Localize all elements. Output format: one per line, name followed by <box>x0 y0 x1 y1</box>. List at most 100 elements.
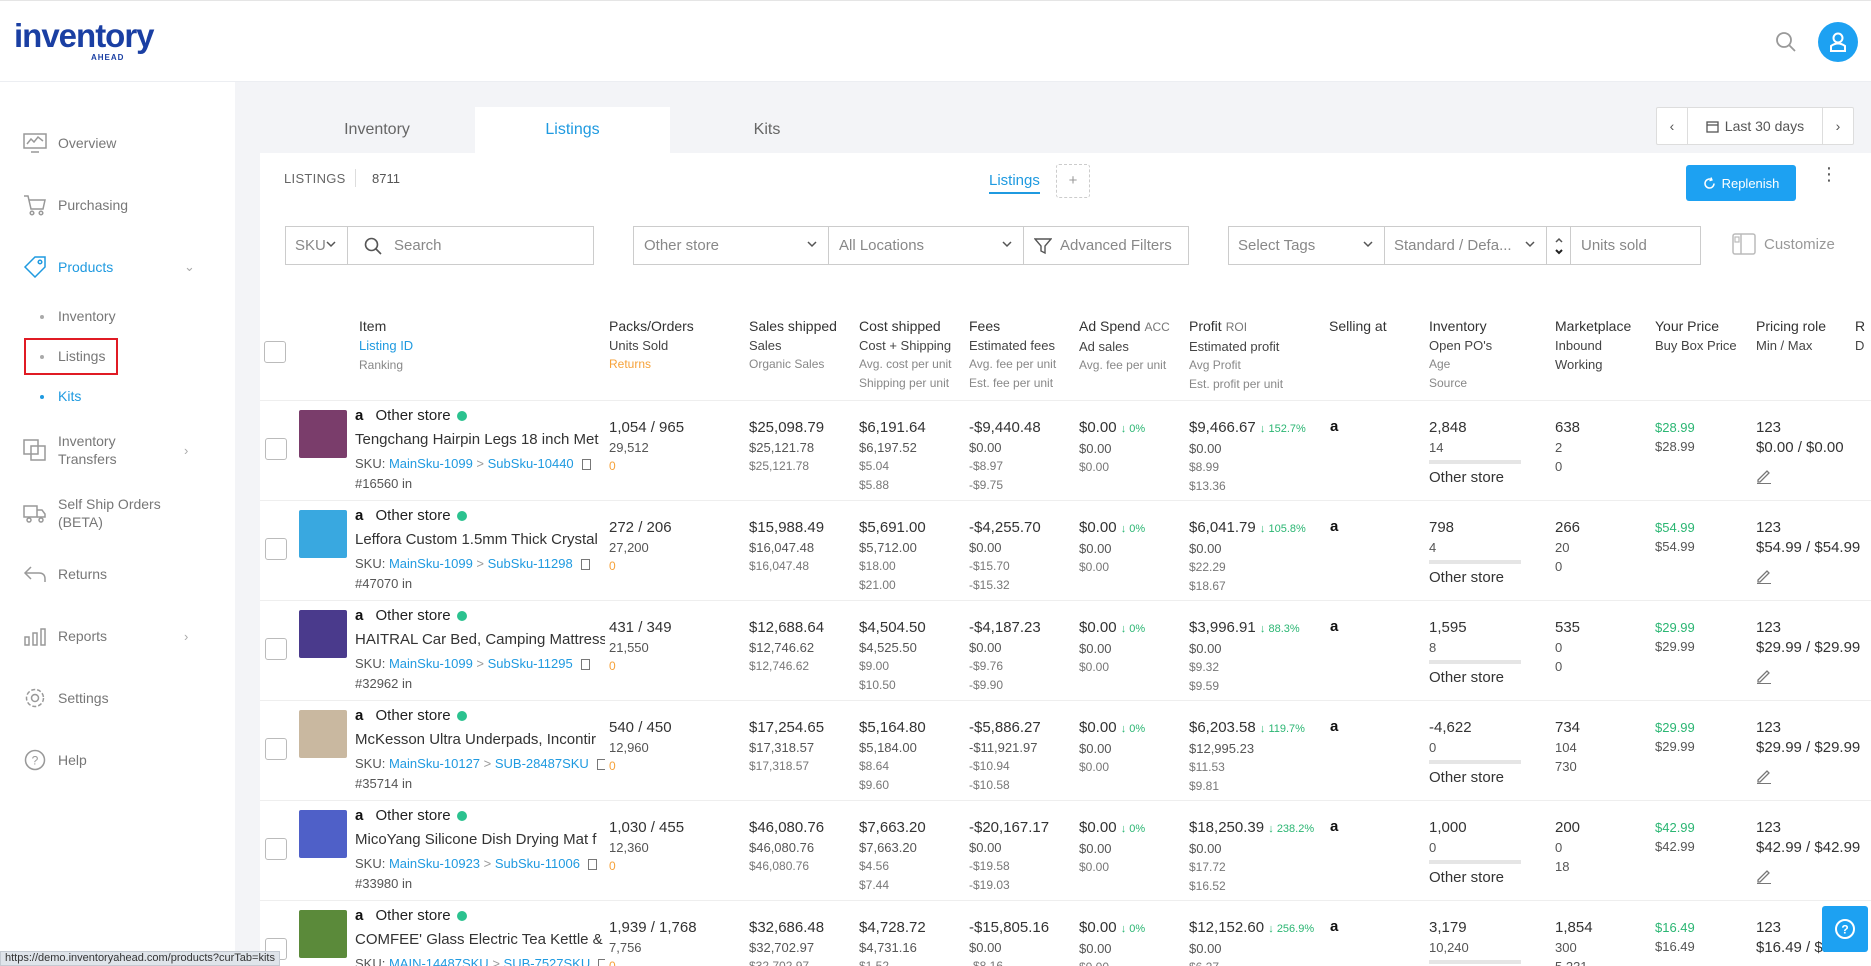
brand-logo[interactable]: inventory <box>14 19 155 52</box>
tab-listings[interactable]: Listings <box>475 107 670 153</box>
locations-select[interactable]: All Locations <box>828 226 1024 265</box>
col-header-fees[interactable]: Fees Estimated fees Avg. fee per unit Est. … <box>969 316 1056 393</box>
add-view-button[interactable]: + <box>1056 164 1090 198</box>
sidebar-item-inventory-transfers[interactable]: Inventory Transfers › <box>0 430 235 470</box>
copy-icon[interactable] <box>580 659 590 671</box>
sidebar-item-products[interactable]: Products ⌄ <box>0 247 235 287</box>
product-name[interactable]: MicoYang Silicone Dish Drying Mat f <box>355 826 605 854</box>
your-price[interactable]: $16.49 <box>1655 918 1750 937</box>
tab-inventory[interactable]: Inventory <box>282 107 472 153</box>
amazon-icon[interactable]: a <box>1330 518 1338 535</box>
product-thumbnail[interactable] <box>299 410 347 458</box>
col-header-inventory[interactable]: Inventory Open PO's Age Source <box>1429 316 1492 393</box>
product-thumbnail[interactable] <box>299 810 347 858</box>
amazon-icon[interactable]: a <box>1330 718 1338 735</box>
standard-select[interactable]: Standard / Defa... <box>1384 226 1547 265</box>
store-select[interactable]: Other store <box>633 226 829 265</box>
row-checkbox[interactable] <box>265 738 287 760</box>
sidebar-item-settings[interactable]: Settings <box>0 678 235 718</box>
user-avatar[interactable] <box>1818 22 1858 62</box>
product-name[interactable]: Leffora Custom 1.5mm Thick Crystal <box>355 526 605 554</box>
your-price[interactable]: $29.99 <box>1655 718 1750 737</box>
product-name[interactable]: McKesson Ultra Underpads, Incontir <box>355 726 605 754</box>
select-all-checkbox[interactable] <box>264 341 286 363</box>
sub-sku-link[interactable]: SUB-7527SKU <box>504 956 591 966</box>
col-header-marketplace[interactable]: Marketplace Inbound Working <box>1555 316 1631 374</box>
sub-sku-link[interactable]: SubSku-10440 <box>488 456 574 471</box>
copy-icon[interactable] <box>598 959 605 966</box>
copy-icon[interactable] <box>596 759 605 771</box>
col-header-sales[interactable]: Sales shipped Sales Organic Sales <box>749 316 837 374</box>
sidebar-item-purchasing[interactable]: Purchasing <box>0 185 235 225</box>
sidebar-subitem-kits[interactable]: Kits <box>40 388 81 404</box>
row-checkbox[interactable] <box>265 638 287 660</box>
main-sku-link[interactable]: MainSku-10923 <box>389 856 480 871</box>
col-header-pricing-role[interactable]: Pricing role Min / Max <box>1756 316 1826 355</box>
col-subtitle[interactable]: Listing ID <box>359 336 413 356</box>
sku-select[interactable]: SKU <box>285 226 348 265</box>
more-options-icon[interactable]: ⋮ <box>1820 165 1838 183</box>
search-field[interactable]: Search <box>347 226 594 265</box>
product-name[interactable]: HAITRAL Car Bed, Camping Mattress <box>355 626 605 654</box>
sidebar-item-reports[interactable]: Reports › <box>0 616 235 656</box>
sub-sku-link[interactable]: SUB-28487SKU <box>495 756 589 771</box>
customize-button[interactable]: Customize <box>1732 233 1835 255</box>
col-header-profit[interactable]: Profit ROI Estimated profit Avg Profit Est. … <box>1189 316 1283 394</box>
replenish-button[interactable]: Replenish <box>1686 165 1796 201</box>
col-header-item[interactable]: Item Listing ID Ranking <box>359 316 413 375</box>
edit-pencil-icon[interactable] <box>1756 868 1772 884</box>
search-icon[interactable] <box>1775 31 1797 53</box>
amazon-icon[interactable]: a <box>1330 418 1338 435</box>
product-thumbnail[interactable] <box>299 710 347 758</box>
main-sku-link[interactable]: MAIN-14487SKU <box>389 956 489 966</box>
sidebar-item-overview[interactable]: Overview <box>0 123 235 163</box>
amazon-icon[interactable]: a <box>1330 918 1338 935</box>
sidebar-item-help[interactable]: ? Help <box>0 740 235 780</box>
date-range-display[interactable]: Last 30 days <box>1687 108 1823 144</box>
main-sku-link[interactable]: MainSku-1099 <box>389 556 473 571</box>
product-thumbnail[interactable] <box>299 910 347 958</box>
col-header-your-price[interactable]: Your Price Buy Box Price <box>1655 316 1737 355</box>
sidebar-item-self-ship-orders[interactable]: Self Ship Orders (BETA) <box>0 493 235 533</box>
your-price[interactable]: $29.99 <box>1655 618 1750 637</box>
copy-icon[interactable] <box>587 859 597 871</box>
chevron-right-icon[interactable]: › <box>1823 118 1853 134</box>
your-price[interactable]: $42.99 <box>1655 818 1750 837</box>
col-header-packs[interactable]: Packs/Orders Units Sold Returns <box>609 316 694 374</box>
main-sku-link[interactable]: MainSku-1099 <box>389 456 473 471</box>
product-thumbnail[interactable] <box>299 510 347 558</box>
copy-icon[interactable] <box>580 559 590 571</box>
date-range-picker[interactable]: ‹ Last 30 days › <box>1656 107 1854 145</box>
col-header-extra[interactable]: RD <box>1855 316 1871 355</box>
edit-pencil-icon[interactable] <box>1756 668 1772 684</box>
tags-select[interactable]: Select Tags <box>1228 226 1385 265</box>
tab-kits[interactable]: Kits <box>672 107 862 153</box>
help-chat-button[interactable]: ? <box>1822 906 1868 952</box>
col-header-selling-at[interactable]: Selling at <box>1329 316 1387 336</box>
sub-sku-link[interactable]: SubSku-11295 <box>488 656 573 671</box>
col-header-ad-spend[interactable]: Ad Spend ACC Ad sales Avg. fee per unit <box>1079 316 1170 375</box>
your-price[interactable]: $54.99 <box>1655 518 1750 537</box>
main-sku-link[interactable]: MainSku-10127 <box>389 756 480 771</box>
product-thumbnail[interactable] <box>299 610 347 658</box>
sub-sku-link[interactable]: SubSku-11006 <box>495 856 580 871</box>
row-checkbox[interactable] <box>265 438 287 460</box>
col-header-cost[interactable]: Cost shipped Cost + Shipping Avg. cost per… <box>859 316 952 393</box>
sidebar-item-returns[interactable]: Returns <box>0 554 235 594</box>
main-sku-link[interactable]: MainSku-1099 <box>389 656 473 671</box>
amazon-icon[interactable]: a <box>1330 818 1338 835</box>
edit-pencil-icon[interactable] <box>1756 768 1772 784</box>
edit-pencil-icon[interactable] <box>1756 468 1772 484</box>
view-tab-listings[interactable]: Listings <box>989 172 1040 194</box>
sort-order-toggle[interactable] <box>1546 226 1571 265</box>
amazon-icon[interactable]: a <box>1330 618 1338 635</box>
sub-sku-link[interactable]: SubSku-11298 <box>488 556 573 571</box>
sidebar-subitem-inventory[interactable]: Inventory <box>40 308 116 324</box>
copy-icon[interactable] <box>581 459 591 471</box>
your-price[interactable]: $28.99 <box>1655 418 1750 437</box>
chevron-left-icon[interactable]: ‹ <box>1657 118 1687 134</box>
product-name[interactable]: COMFEE' Glass Electric Tea Kettle & I <box>355 926 605 954</box>
row-checkbox[interactable] <box>265 838 287 860</box>
product-name[interactable]: Tengchang Hairpin Legs 18 inch Met <box>355 426 605 454</box>
row-checkbox[interactable] <box>265 538 287 560</box>
